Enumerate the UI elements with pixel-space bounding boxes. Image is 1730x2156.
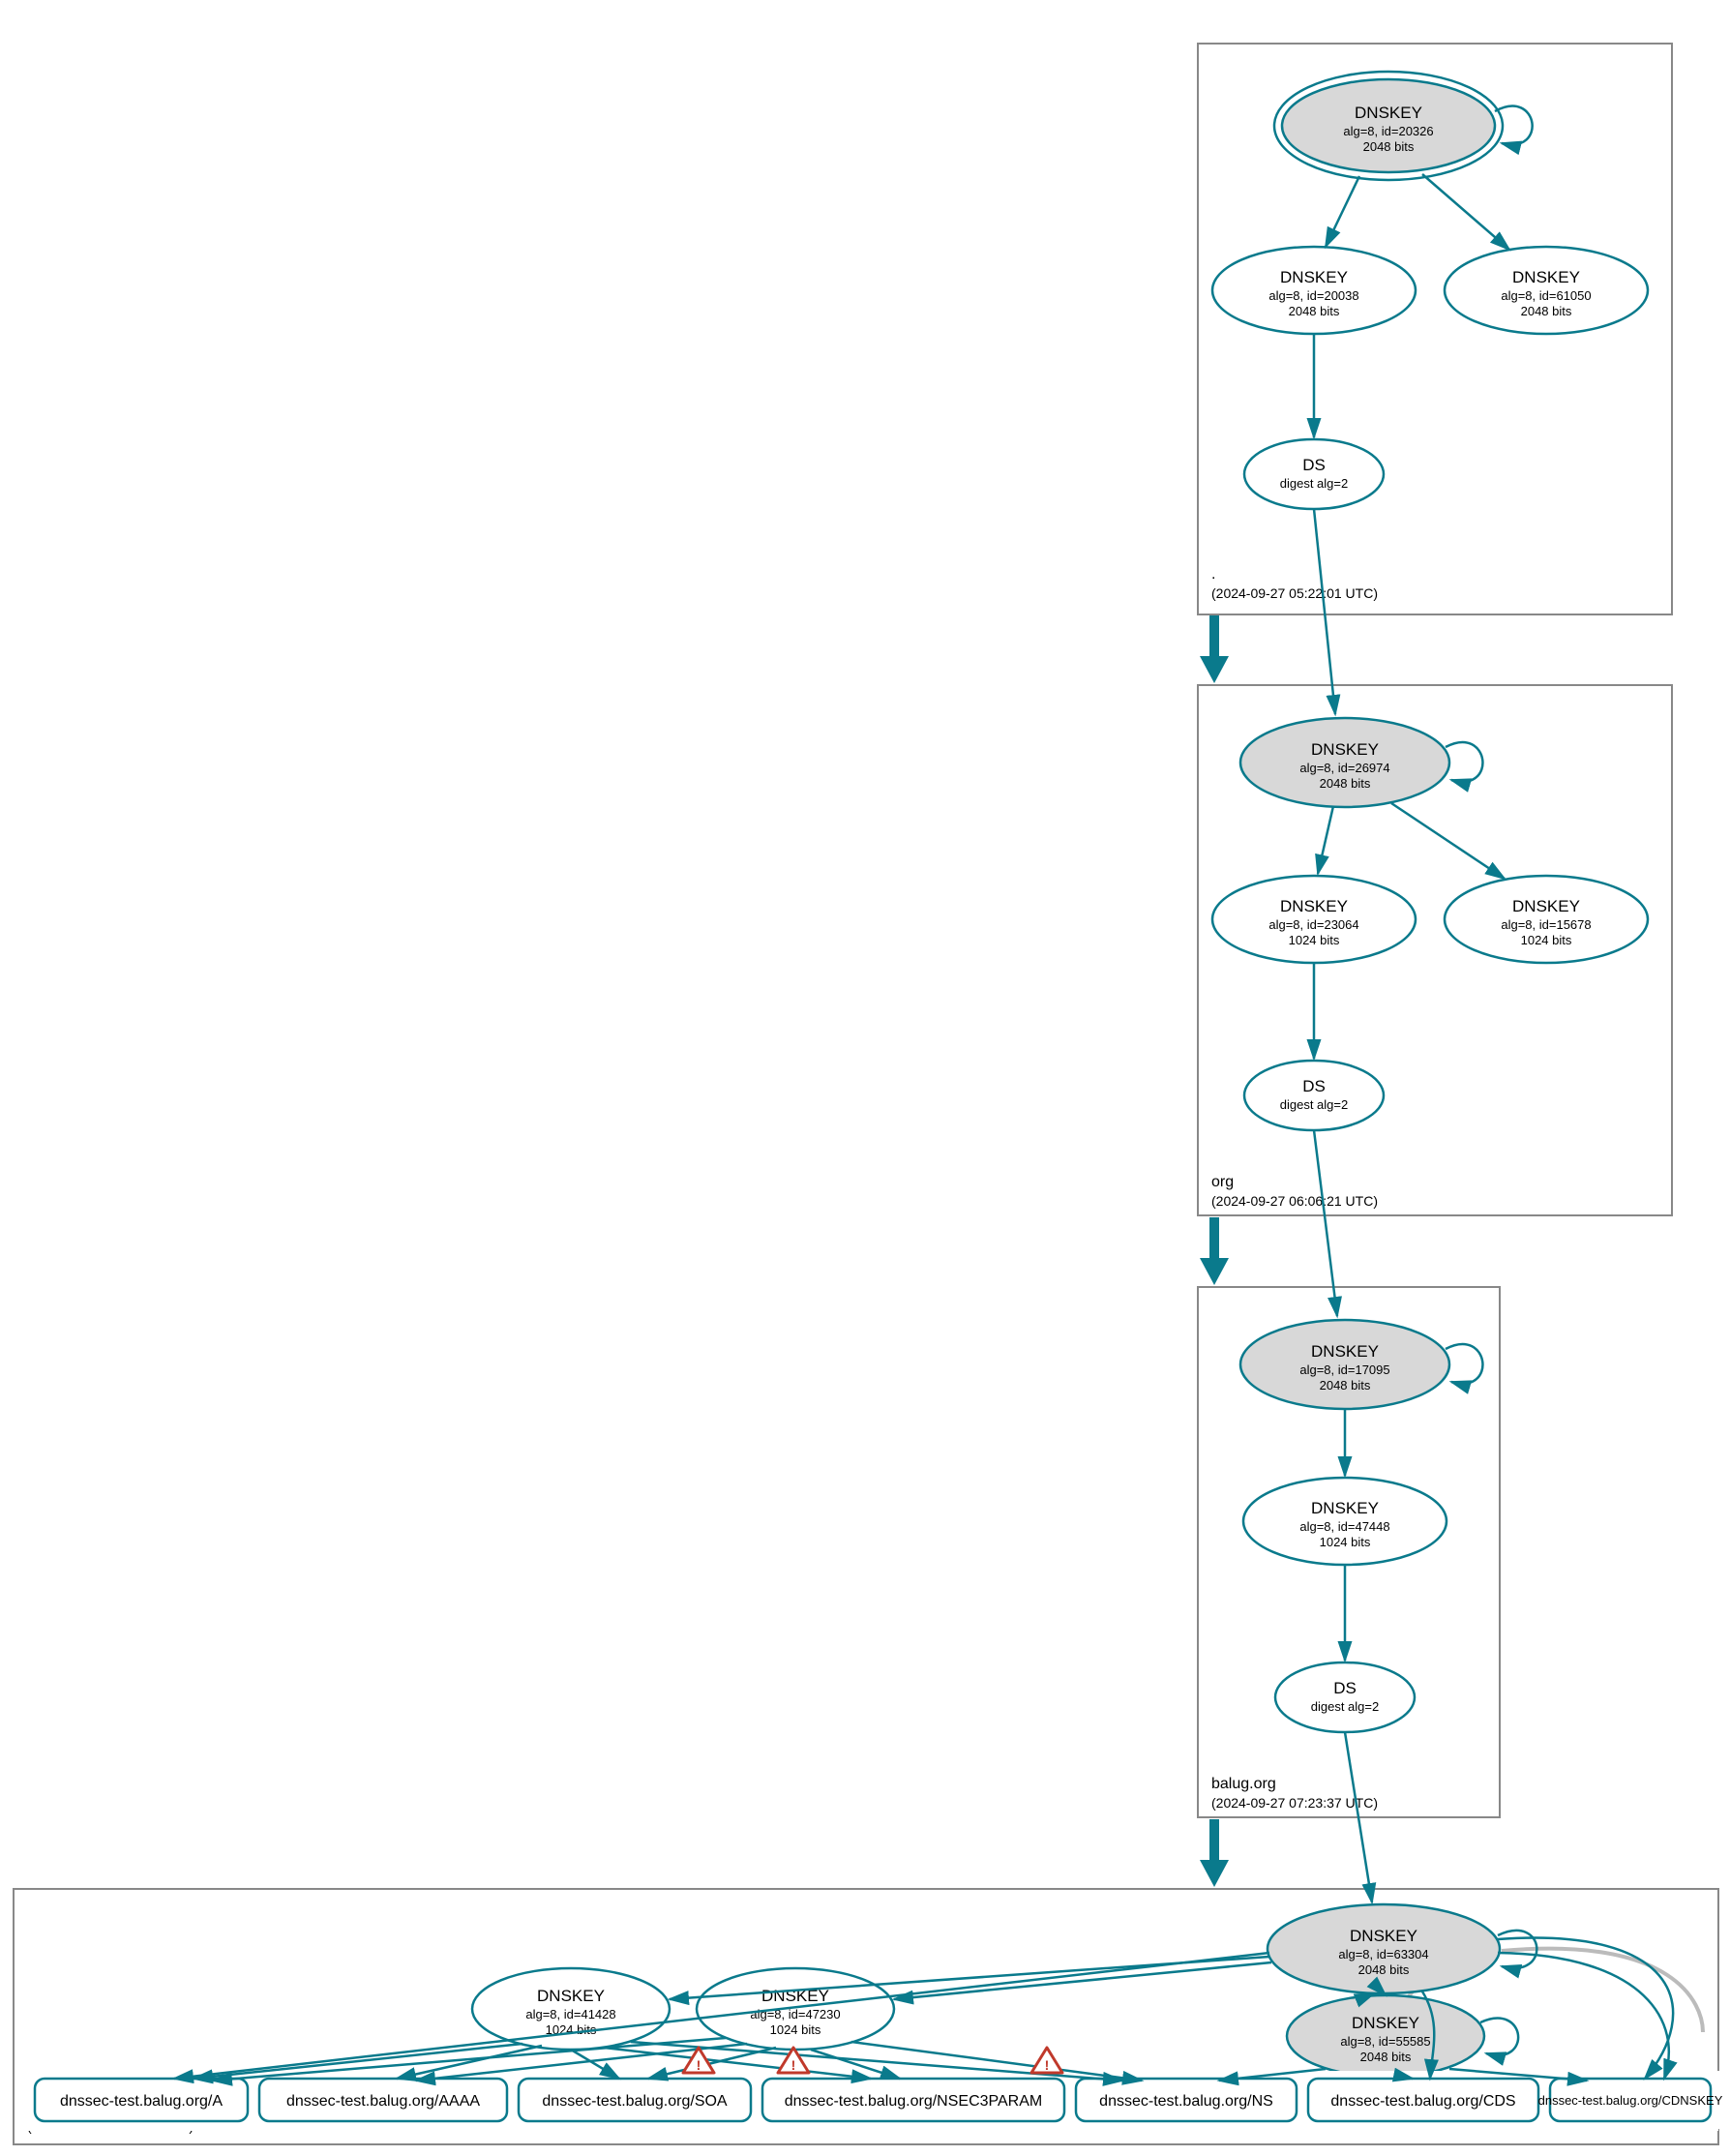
svg-text:dnssec-test.balug.org/NSEC3PAR: dnssec-test.balug.org/NSEC3PARAM	[785, 2093, 1042, 2110]
dnskey-leaf-ksk[interactable]: DNSKEY alg=8, id=63304 2048 bits	[1268, 1904, 1500, 1993]
svg-text:DNSKEY: DNSKEY	[1280, 897, 1348, 915]
svg-text:DNSKEY: DNSKEY	[1350, 1927, 1417, 1945]
warning-icon: !	[1031, 2048, 1062, 2073]
rrset-nsec3param[interactable]: dnssec-test.balug.org/NSEC3PARAM	[762, 2079, 1064, 2121]
zone-name-org: org	[1211, 1174, 1234, 1190]
rrset-a[interactable]: dnssec-test.balug.org/A	[35, 2079, 248, 2121]
rrset-ns[interactable]: dnssec-test.balug.org/NS	[1076, 2079, 1297, 2121]
svg-text:1024 bits: 1024 bits	[770, 2022, 821, 2037]
svg-text:2048 bits: 2048 bits	[1358, 1962, 1410, 1977]
svg-text:dnssec-test.balug.org/A: dnssec-test.balug.org/A	[60, 2093, 223, 2110]
dnskey-balug-ksk[interactable]: DNSKEY alg=8, id=17095 2048 bits	[1240, 1320, 1449, 1409]
rrset-cds[interactable]: dnssec-test.balug.org/CDS	[1308, 2079, 1538, 2121]
svg-text:alg=8, id=23064: alg=8, id=23064	[1268, 917, 1358, 932]
svg-text:1024 bits: 1024 bits	[1289, 933, 1340, 947]
ds-org[interactable]: DS digest alg=2	[1244, 1061, 1384, 1130]
dnskey-org-zsk1[interactable]: DNSKEY alg=8, id=23064 1024 bits	[1212, 876, 1416, 963]
svg-text:digest alg=2: digest alg=2	[1311, 1699, 1379, 1714]
svg-text:2048 bits: 2048 bits	[1320, 776, 1371, 791]
dnskey-root-zsk1[interactable]: DNSKEY alg=8, id=20038 2048 bits	[1212, 247, 1416, 334]
svg-text:alg=8, id=41428: alg=8, id=41428	[525, 2007, 615, 2021]
dnskey-root-zsk2[interactable]: DNSKEY alg=8, id=61050 2048 bits	[1445, 247, 1648, 334]
svg-text:dnssec-test.balug.org/NS: dnssec-test.balug.org/NS	[1099, 2093, 1273, 2110]
svg-text:digest alg=2: digest alg=2	[1280, 476, 1348, 491]
svg-text:alg=8, id=15678: alg=8, id=15678	[1501, 917, 1591, 932]
svg-text:2048 bits: 2048 bits	[1289, 304, 1340, 318]
svg-text:alg=8, id=26974: alg=8, id=26974	[1299, 761, 1389, 775]
svg-text:DNSKEY: DNSKEY	[1355, 104, 1422, 122]
svg-text:dnssec-test.balug.org/SOA: dnssec-test.balug.org/SOA	[542, 2093, 728, 2110]
svg-text:DNSKEY: DNSKEY	[537, 1987, 605, 2005]
svg-text:DNSKEY: DNSKEY	[1512, 268, 1580, 286]
svg-text:alg=8, id=47230: alg=8, id=47230	[750, 2007, 840, 2021]
rrset-aaaa[interactable]: dnssec-test.balug.org/AAAA	[259, 2079, 507, 2121]
svg-text:DNSKEY: DNSKEY	[1311, 740, 1379, 759]
svg-text:2048 bits: 2048 bits	[1521, 304, 1572, 318]
svg-text:DNSKEY: DNSKEY	[1512, 897, 1580, 915]
ds-balug[interactable]: DS digest alg=2	[1275, 1662, 1415, 1732]
dnskey-root-ksk[interactable]: DNSKEY alg=8, id=20326 2048 bits	[1274, 72, 1503, 180]
dnskey-leaf-ssk[interactable]: DNSKEY alg=8, id=55585 2048 bits	[1287, 1995, 1484, 2077]
svg-text:1024 bits: 1024 bits	[1521, 933, 1572, 947]
dnskey-leaf-zsk1[interactable]: DNSKEY alg=8, id=41428 1024 bits	[472, 1968, 670, 2050]
dnskey-balug-zsk[interactable]: DNSKEY alg=8, id=47448 1024 bits	[1243, 1478, 1447, 1565]
dnskey-org-ksk[interactable]: DNSKEY alg=8, id=26974 2048 bits	[1240, 718, 1449, 807]
svg-text:2048 bits: 2048 bits	[1363, 139, 1415, 154]
zone-ts-org: (2024-09-27 06:06:21 UTC)	[1211, 1193, 1378, 1209]
svg-text:digest alg=2: digest alg=2	[1280, 1097, 1348, 1112]
zone-delegation-arrow	[1200, 615, 1229, 683]
zone-ts-root: (2024-09-27 05:22:01 UTC)	[1211, 585, 1378, 601]
svg-text:DS: DS	[1302, 1077, 1326, 1095]
svg-text:dnssec-test.balug.org/CDNSKEY: dnssec-test.balug.org/CDNSKEY	[1538, 2093, 1723, 2108]
zone-delegation-arrow	[1200, 1819, 1229, 1887]
rrset-soa[interactable]: dnssec-test.balug.org/SOA	[519, 2079, 751, 2121]
svg-text:2048 bits: 2048 bits	[1320, 1378, 1371, 1392]
svg-text:DNSKEY: DNSKEY	[1311, 1342, 1379, 1361]
zone-ts-balug: (2024-09-27 07:23:37 UTC)	[1211, 1795, 1378, 1811]
warning-icon: !	[778, 2048, 809, 2073]
zone-delegation-arrow	[1200, 1217, 1229, 1285]
svg-text:DNSKEY: DNSKEY	[1280, 268, 1348, 286]
svg-text:alg=8, id=47448: alg=8, id=47448	[1299, 1519, 1389, 1534]
svg-text:alg=8, id=63304: alg=8, id=63304	[1338, 1947, 1428, 1961]
zone-name-balug: balug.org	[1211, 1776, 1276, 1792]
dnskey-leaf-zsk2[interactable]: DNSKEY alg=8, id=47230 1024 bits	[697, 1968, 894, 2050]
ds-root[interactable]: DS digest alg=2	[1244, 439, 1384, 509]
svg-text:!: !	[1045, 2057, 1050, 2073]
svg-text:DNSKEY: DNSKEY	[1311, 1499, 1379, 1517]
dnskey-org-zsk2[interactable]: DNSKEY alg=8, id=15678 1024 bits	[1445, 876, 1648, 963]
rrset-cdnskey[interactable]: dnssec-test.balug.org/CDNSKEY	[1538, 2079, 1723, 2121]
svg-text:alg=8, id=17095: alg=8, id=17095	[1299, 1362, 1389, 1377]
svg-text:alg=8, id=20038: alg=8, id=20038	[1268, 288, 1358, 303]
svg-text:!: !	[697, 2057, 701, 2073]
svg-text:dnssec-test.balug.org/AAAA: dnssec-test.balug.org/AAAA	[286, 2093, 480, 2110]
svg-text:1024 bits: 1024 bits	[1320, 1535, 1371, 1549]
zone-name-root: .	[1211, 566, 1215, 583]
svg-text:alg=8, id=20326: alg=8, id=20326	[1343, 124, 1433, 138]
svg-text:2048 bits: 2048 bits	[1360, 2050, 1412, 2064]
svg-text:alg=8, id=61050: alg=8, id=61050	[1501, 288, 1591, 303]
svg-text:alg=8, id=55585: alg=8, id=55585	[1340, 2034, 1430, 2049]
svg-text:DNSKEY: DNSKEY	[1352, 2014, 1419, 2032]
svg-text:!: !	[791, 2057, 796, 2073]
svg-text:DS: DS	[1302, 456, 1326, 474]
svg-text:dnssec-test.balug.org/CDS: dnssec-test.balug.org/CDS	[1330, 2093, 1515, 2110]
svg-text:DS: DS	[1333, 1679, 1357, 1697]
